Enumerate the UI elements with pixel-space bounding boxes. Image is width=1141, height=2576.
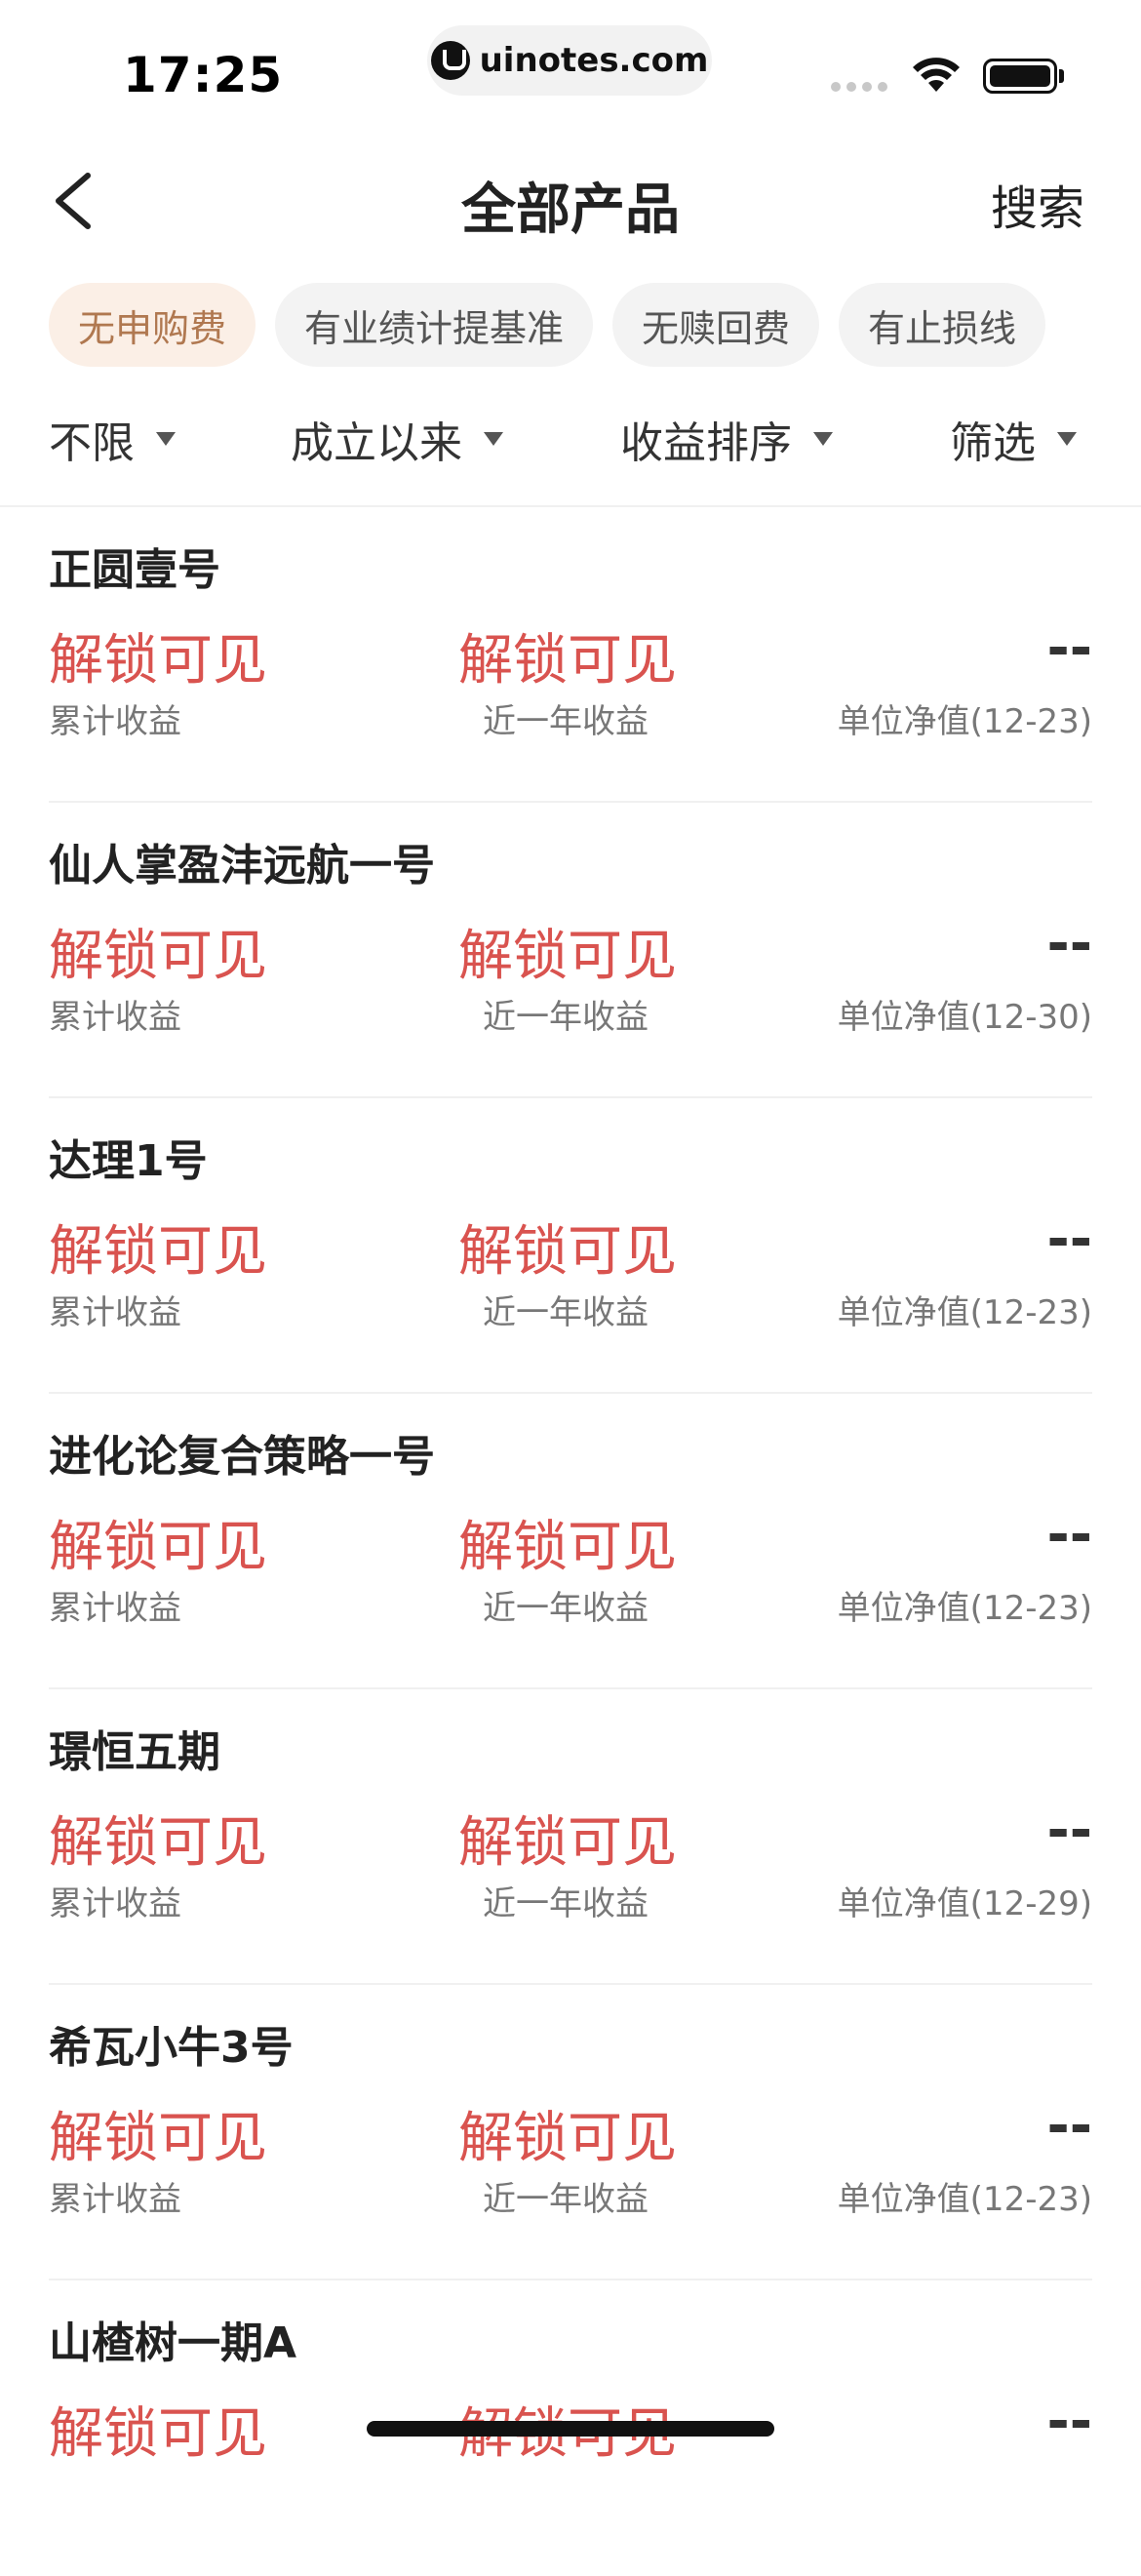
unit-nav-value: -- <box>1046 1503 1092 1566</box>
page-title: 全部产品 <box>461 178 680 242</box>
cumulative-return-label: 累计收益 <box>49 1884 181 1923</box>
status-time: 17:25 <box>123 47 284 103</box>
product-name: 山楂树一期A <box>49 2318 297 2368</box>
cumulative-return-value: 解锁可见 <box>49 629 267 693</box>
tag-no-subscription-fee[interactable]: 无申购费 <box>49 283 256 367</box>
unit-nav-label: 单位净值(12-30) <box>837 998 1092 1037</box>
product-item[interactable]: 璟恒五期 解锁可见 累计收益 解锁可见 近一年收益 -- 单位净值(12-29) <box>49 1689 1092 1985</box>
unit-nav-label: 单位净值(12-23) <box>837 2180 1092 2219</box>
one-year-return-value: 解锁可见 <box>458 1811 677 1875</box>
home-indicator[interactable] <box>367 2421 774 2437</box>
product-item[interactable]: 进化论复合策略一号 解锁可见 累计收益 解锁可见 近一年收益 -- 单位净值(1… <box>49 1394 1092 1689</box>
one-year-return-value: 解锁可见 <box>458 1220 677 1284</box>
filter-scope-label: 不限 <box>49 418 135 468</box>
back-chevron-icon[interactable] <box>49 170 103 232</box>
unit-nav-value: -- <box>1046 616 1092 680</box>
unit-nav-label: 单位净值(12-23) <box>837 1293 1092 1332</box>
filter-row: 不限 成立以来 收益排序 筛选 <box>0 408 1141 495</box>
tag-performance-benchmark[interactable]: 有业绩计提基准 <box>275 283 594 367</box>
one-year-return-value: 解锁可见 <box>458 2107 677 2170</box>
unit-nav-value: -- <box>1046 1208 1092 1271</box>
filter-more-label: 筛选 <box>950 418 1036 468</box>
url-pill[interactable]: uinotes.com <box>427 25 712 96</box>
cumulative-return-value: 解锁可见 <box>49 1516 267 1579</box>
product-name: 璟恒五期 <box>49 1727 220 1777</box>
filter-period-dropdown[interactable]: 成立以来 <box>291 408 503 470</box>
one-year-return-value: 解锁可见 <box>458 1516 677 1579</box>
cumulative-return-label: 累计收益 <box>49 2180 181 2219</box>
filter-sort-dropdown[interactable]: 收益排序 <box>620 408 833 470</box>
product-list: 正圆壹号 解锁可见 累计收益 解锁可见 近一年收益 -- 单位净值(12-23)… <box>0 507 1141 2576</box>
one-year-return-label: 近一年收益 <box>483 1884 649 1923</box>
product-item[interactable]: 希瓦小牛3号 解锁可见 累计收益 解锁可见 近一年收益 -- 单位净值(12-2… <box>49 1985 1092 2280</box>
product-name: 进化论复合策略一号 <box>49 1432 435 1482</box>
caret-down-icon <box>1057 432 1077 446</box>
cumulative-return-label: 累计收益 <box>49 998 181 1037</box>
filter-period-label: 成立以来 <box>291 418 462 468</box>
product-name: 达理1号 <box>49 1136 208 1186</box>
site-logo-icon <box>430 41 470 80</box>
cellular-signal-icon <box>831 82 887 92</box>
cumulative-return-label: 累计收益 <box>49 702 181 741</box>
url-text: uinotes.com <box>479 41 709 80</box>
unit-nav-value: -- <box>1046 2094 1092 2158</box>
product-name: 希瓦小牛3号 <box>49 2023 294 2073</box>
unit-nav-label: 单位净值(12-23) <box>837 1589 1092 1628</box>
product-item[interactable]: 正圆壹号 解锁可见 累计收益 解锁可见 近一年收益 -- 单位净值(12-23) <box>49 507 1092 803</box>
tag-no-redemption-fee[interactable]: 无赎回费 <box>612 283 820 367</box>
tag-stop-loss[interactable]: 有止损线 <box>839 283 1046 367</box>
product-item[interactable]: 达理1号 解锁可见 累计收益 解锁可见 近一年收益 -- 单位净值(12-23) <box>49 1098 1092 1394</box>
battery-cap <box>1059 69 1064 83</box>
one-year-return-label: 近一年收益 <box>483 1589 649 1628</box>
cumulative-return-value: 解锁可见 <box>49 925 267 988</box>
battery-icon <box>983 59 1057 94</box>
unit-nav-label: 单位净值(12-29) <box>837 1884 1092 1923</box>
one-year-return-label: 近一年收益 <box>483 2180 649 2219</box>
cumulative-return-label: 累计收益 <box>49 1589 181 1628</box>
search-button[interactable]: 搜索 <box>991 170 1084 238</box>
cumulative-return-value: 解锁可见 <box>49 1220 267 1284</box>
status-bar: 17:25 uinotes.com <box>0 0 1141 127</box>
one-year-return-label: 近一年收益 <box>483 1293 649 1332</box>
caret-down-icon <box>156 432 176 446</box>
unit-nav-label: 单位净值(12-23) <box>837 702 1092 741</box>
nav-bar: 全部产品 搜索 <box>0 146 1141 254</box>
cumulative-return-value: 解锁可见 <box>49 1811 267 1875</box>
one-year-return-label: 近一年收益 <box>483 702 649 741</box>
filter-scope-dropdown[interactable]: 不限 <box>49 408 176 470</box>
one-year-return-value: 解锁可见 <box>458 629 677 693</box>
unit-nav-value: -- <box>1046 2390 1092 2453</box>
cumulative-return-label: 累计收益 <box>49 1293 181 1332</box>
unit-nav-value: -- <box>1046 912 1092 975</box>
caret-down-icon <box>484 432 503 446</box>
product-name: 正圆壹号 <box>49 545 220 595</box>
one-year-return-value: 解锁可见 <box>458 925 677 988</box>
filter-sort-label: 收益排序 <box>620 418 792 468</box>
product-name: 仙人掌盈沣远航一号 <box>49 841 435 891</box>
wifi-icon <box>913 58 960 92</box>
filter-more-dropdown[interactable]: 筛选 <box>950 408 1077 470</box>
unit-nav-value: -- <box>1046 1799 1092 1862</box>
caret-down-icon <box>813 432 833 446</box>
one-year-return-label: 近一年收益 <box>483 998 649 1037</box>
cumulative-return-value: 解锁可见 <box>49 2107 267 2170</box>
tag-filter-row: 无申购费 有业绩计提基准 无赎回费 有止损线 <box>49 283 1046 367</box>
product-item[interactable]: 仙人掌盈沣远航一号 解锁可见 累计收益 解锁可见 近一年收益 -- 单位净值(1… <box>49 803 1092 1098</box>
cumulative-return-value: 解锁可见 <box>49 2402 267 2466</box>
